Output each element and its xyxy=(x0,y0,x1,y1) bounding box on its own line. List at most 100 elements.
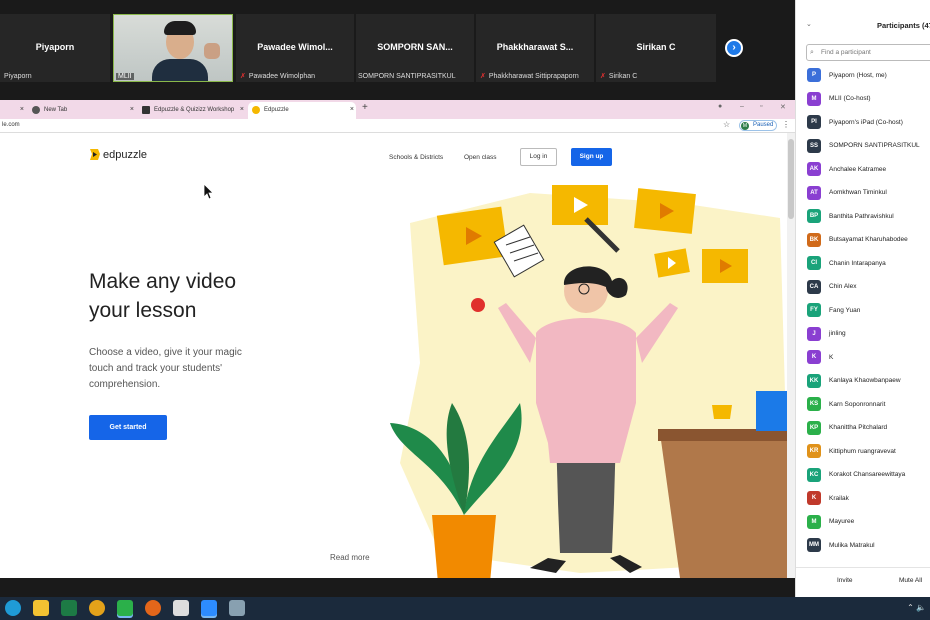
tile-name: Pawadee Wimol... xyxy=(257,42,333,52)
nav-schools-link[interactable]: Schools & Districts xyxy=(389,154,443,161)
participant-avatar: SS xyxy=(807,138,821,153)
apple-drawing xyxy=(471,298,485,312)
participant-avatar: KP xyxy=(807,420,821,435)
participant-avatar: K xyxy=(807,350,821,364)
participant-avatar: BK xyxy=(807,232,821,247)
tile-caption: Pawadee Wimolphan xyxy=(248,73,316,80)
edpuzzle-logo[interactable]: edpuzzle xyxy=(89,148,147,161)
minimize-icon[interactable]: – xyxy=(740,103,744,110)
read-more-link[interactable]: Read more xyxy=(330,553,370,562)
search-icon: ⌕ xyxy=(810,49,814,56)
new-tab-icon[interactable]: + xyxy=(362,102,368,113)
participant-name: Kittiphum ruangravevat xyxy=(829,447,896,455)
record-icon[interactable]: ● xyxy=(718,103,722,110)
snip-icon[interactable] xyxy=(229,600,245,616)
browser-tab[interactable]: Edpuzzle & Quizizz Workshop × xyxy=(138,102,246,119)
participant-avatar: KK xyxy=(807,373,821,388)
maximize-icon[interactable]: ▫ xyxy=(760,103,762,110)
participant-row[interactable]: MM Mulika Matrakul xyxy=(807,538,875,552)
chevron-down-icon[interactable]: ⌄ xyxy=(806,20,812,28)
participant-search-input[interactable]: ⌕ Find a participant xyxy=(806,44,930,61)
participant-row[interactable]: KK Kanlaya Khaowbanpaew xyxy=(807,373,901,388)
tile-caption: Phakkharawat Sittiprapaporn xyxy=(488,73,579,80)
page-scrollbar[interactable] xyxy=(787,133,795,578)
invite-button[interactable]: Invite xyxy=(837,577,853,584)
close-icon[interactable]: × xyxy=(240,102,244,118)
participant-row[interactable]: AT Aomkhwan Timinkul xyxy=(807,185,887,200)
participant-row[interactable]: KR Kittiphum ruangravevat xyxy=(807,444,896,458)
participant-row[interactable]: M Mayuree xyxy=(807,514,855,529)
tab-label: Edpuzzle xyxy=(264,107,289,113)
video-tile[interactable]: Phakkharawat S... ✗ Phakkharawat Sittipra… xyxy=(476,14,594,82)
speaker-hair xyxy=(164,21,196,35)
video-tile[interactable]: Sirikan C ✗ Sirikan C xyxy=(596,14,716,82)
participant-avatar: J xyxy=(807,326,821,341)
excel-icon[interactable] xyxy=(61,600,77,616)
participant-row[interactable]: FY Fang Yuan xyxy=(807,303,860,317)
star-icon[interactable]: ☆ xyxy=(723,120,730,129)
edpuzzle-page: edpuzzle Schools & Districts Open class … xyxy=(0,133,787,578)
chrome-icon[interactable] xyxy=(89,600,105,616)
participant-avatar: KR xyxy=(807,444,821,458)
video-tile[interactable]: SOMPORN SAN... SOMPORN SANTIPRASITKUL xyxy=(356,14,474,82)
tray-icons[interactable]: ⌃ 🔈 xyxy=(907,603,926,612)
scrollbar-thumb[interactable] xyxy=(788,139,794,219)
browser-tab-active[interactable]: Edpuzzle × xyxy=(248,102,356,119)
participant-row[interactable]: BK Butsayamat Kharuhabodee xyxy=(807,232,908,247)
video-tile[interactable]: Piyaporn Piyaporn xyxy=(0,14,110,82)
participant-name: Aomkhwan Timinkul xyxy=(829,189,887,196)
chevron-right-icon[interactable]: › xyxy=(725,39,743,57)
firefox-icon[interactable] xyxy=(145,600,161,616)
participant-row[interactable]: KP Khanittha Pitchalard xyxy=(807,420,888,435)
zoom-icon[interactable] xyxy=(201,600,217,616)
browser-tab[interactable]: × xyxy=(0,102,26,119)
participant-name: Chin Alex xyxy=(829,283,857,290)
profile-avatar: M xyxy=(741,122,749,130)
tile-caption: Piyaporn xyxy=(4,73,32,80)
participant-row[interactable]: CA Chin Alex xyxy=(807,279,857,294)
participant-row[interactable]: AK Anchalee Katramee xyxy=(807,162,886,176)
active-speaker-video[interactable]: MLII xyxy=(113,14,233,82)
participant-name: jinling xyxy=(829,330,846,337)
mic-muted-icon: ✗ xyxy=(240,73,246,80)
participant-row[interactable]: M MLII (Co-host) xyxy=(807,91,871,106)
coffee-cup-drawing xyxy=(712,405,732,419)
participant-row[interactable]: KC Korakot Chansareewittaya xyxy=(807,467,905,482)
participant-row[interactable]: PI Piyaporn's iPad (Co-host) xyxy=(807,115,903,129)
close-icon[interactable]: × xyxy=(350,102,354,118)
close-icon[interactable]: × xyxy=(130,102,134,118)
participant-row[interactable]: Jjinling xyxy=(807,326,846,341)
profile-button[interactable]: M Paused xyxy=(739,120,777,131)
participant-name: Khanittha Pitchalard xyxy=(829,424,888,431)
nav-open-class-link[interactable]: Open class xyxy=(464,154,497,161)
mute-all-button[interactable]: Mute All xyxy=(899,577,922,584)
edge-icon[interactable] xyxy=(5,600,21,616)
address-bar[interactable]: le.com ☆ M Paused ⋮ xyxy=(0,119,795,133)
tile-caption-wrap: ✗ Pawadee Wimolphan xyxy=(240,72,315,80)
participant-avatar: K xyxy=(807,491,821,505)
participant-name: Mayuree xyxy=(829,518,855,525)
tab-label: New Tab xyxy=(44,107,68,113)
browser-tab[interactable]: New Tab × xyxy=(28,102,136,119)
participant-row[interactable]: CI Chanin Intarapanya xyxy=(807,256,886,270)
close-window-icon[interactable]: ✕ xyxy=(780,103,786,111)
more-menu-icon[interactable]: ⋮ xyxy=(782,120,790,129)
participant-row[interactable]: K Krailak xyxy=(807,491,849,505)
line-icon[interactable] xyxy=(117,600,133,616)
participant-row[interactable]: BP Banthita Pathravishkul xyxy=(807,209,894,223)
participant-avatar: AT xyxy=(807,185,821,200)
get-started-button[interactable]: Get started xyxy=(89,415,167,440)
participant-name: Mulika Matrakul xyxy=(829,541,875,549)
close-icon[interactable]: × xyxy=(20,102,24,118)
video-card xyxy=(552,185,608,225)
participant-row[interactable]: SS SOMPORN SANTIPRASITKUL xyxy=(807,138,920,153)
file-explorer-icon[interactable] xyxy=(33,600,49,616)
participant-row[interactable]: KS Karn Soponronnarit xyxy=(807,397,885,411)
participant-name: Chanin Intarapanya xyxy=(829,259,886,267)
tile-caption: SOMPORN SANTIPRASITKUL xyxy=(358,73,456,80)
participant-row[interactable]: P Piyaporn (Host, me) xyxy=(807,68,887,82)
video-tile[interactable]: Pawadee Wimol... ✗ Pawadee Wimolphan xyxy=(236,14,354,82)
logo-text: edpuzzle xyxy=(103,148,148,161)
photos-icon[interactable] xyxy=(173,600,189,616)
participant-row[interactable]: KK xyxy=(807,350,833,364)
